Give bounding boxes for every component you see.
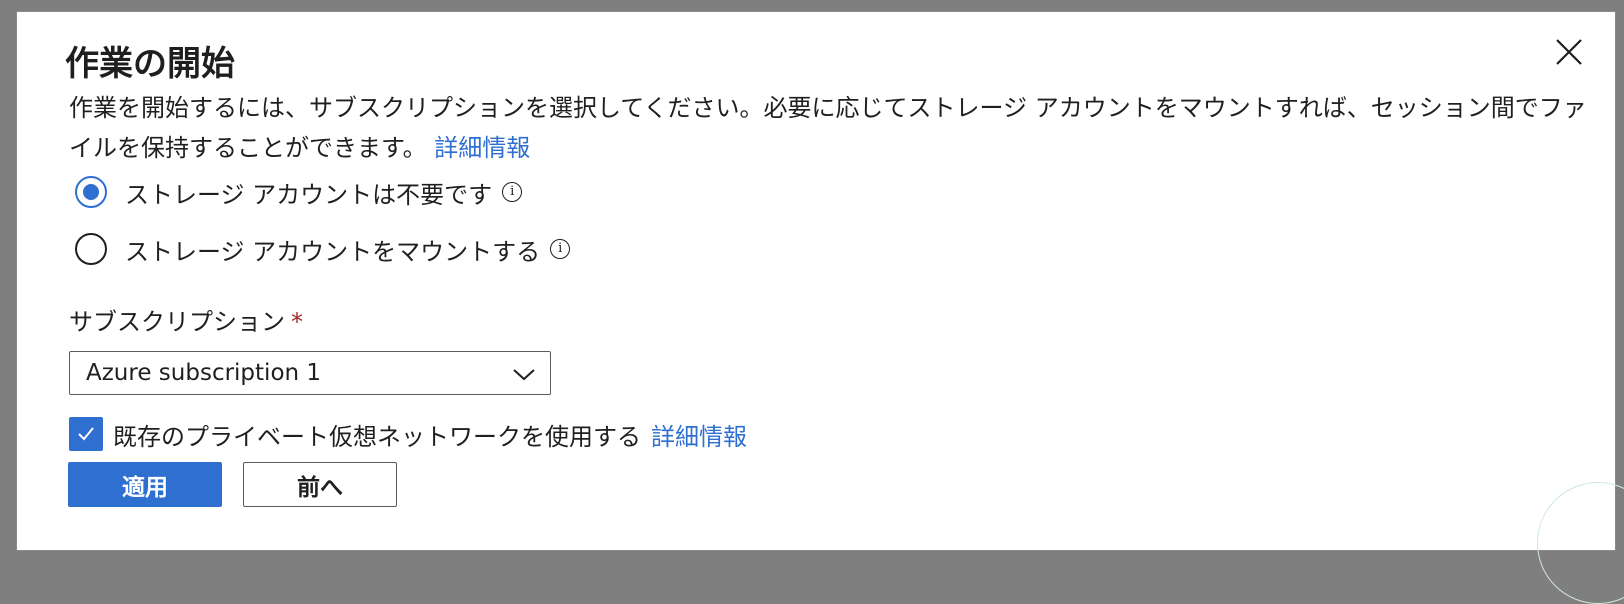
corner-decoration	[1537, 482, 1624, 604]
private-network-checkbox[interactable]	[69, 417, 103, 451]
info-icon[interactable]: i	[550, 239, 571, 259]
radio-mount-storage[interactable]: ストレージ アカウントをマウントする i	[75, 229, 571, 269]
subscription-value: Azure subscription 1	[86, 360, 322, 386]
info-icon[interactable]: i	[502, 182, 523, 202]
radio-button-selected[interactable]	[75, 176, 107, 208]
start-dialog: 作業の開始 作業を開始するには、サブスクリプションを選択してください。必要に応じ…	[16, 11, 1624, 604]
subscription-label: サブスクリプション *	[69, 302, 303, 337]
dialog-title: 作業の開始	[65, 44, 235, 84]
radio-no-storage[interactable]: ストレージ アカウントは不要です i	[75, 172, 523, 212]
description-text: 作業を開始するには、サブスクリプションを選択してください。必要に応じてストレージ…	[69, 94, 1587, 162]
radio-button-unselected[interactable]	[75, 233, 107, 265]
radio-no-storage-label: ストレージ アカウントは不要です	[125, 180, 493, 209]
apply-button[interactable]: 適用	[68, 462, 222, 507]
chevron-down-icon	[513, 369, 535, 381]
radio-mount-storage-label: ストレージ アカウントをマウントする	[125, 237, 541, 266]
previous-button[interactable]: 前へ	[243, 462, 397, 507]
private-network-learn-more-link[interactable]: 詳細情報	[651, 417, 747, 452]
private-network-label: 既存のプライベート仮想ネットワークを使用する	[113, 422, 641, 451]
required-marker: *	[291, 308, 303, 336]
dialog-description: 作業を開始するには、サブスクリプションを選択してください。必要に応じてストレージ…	[69, 88, 1589, 168]
learn-more-link[interactable]: 詳細情報	[434, 134, 530, 162]
close-icon[interactable]	[1553, 36, 1585, 68]
subscription-dropdown[interactable]: Azure subscription 1	[69, 351, 551, 395]
checkmark-icon	[78, 427, 94, 441]
subscription-label-text: サブスクリプション	[69, 308, 285, 336]
private-network-option: 既存のプライベート仮想ネットワークを使用する 詳細情報	[69, 415, 747, 453]
